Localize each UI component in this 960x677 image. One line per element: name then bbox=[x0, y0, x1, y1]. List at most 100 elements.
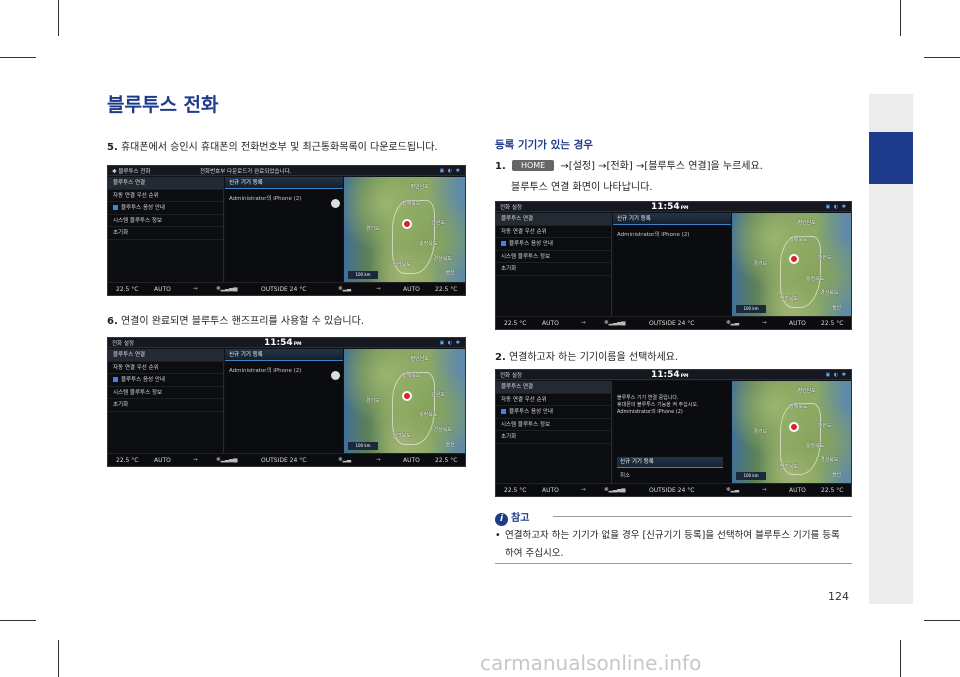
left-temp[interactable]: 22.5 °C bbox=[504, 320, 526, 327]
map-view[interactable]: 평안남도 황해북도 강원도 경기도 충청북도 경상북도 전라북도 울산 100 … bbox=[344, 177, 465, 282]
left-mode[interactable]: AUTO bbox=[542, 487, 559, 494]
right-mode[interactable]: AUTO bbox=[789, 320, 806, 327]
left-mode[interactable]: AUTO bbox=[154, 286, 171, 293]
device-item[interactable]: Administrator의 iPhone (2) bbox=[225, 361, 343, 374]
right-mode[interactable]: AUTO bbox=[403, 457, 420, 464]
map-label: 충청북도 bbox=[419, 241, 438, 247]
screen-header: ✱ 블루투스 전화 전화번호부 다운로드가 완료되었습니다. ▣ ◐ ✱ bbox=[108, 166, 465, 176]
menu-item-voice-guide[interactable]: 블루투스 음성 안내 bbox=[108, 202, 223, 215]
menu-item-voice-guide[interactable]: 블루투스 음성 안내 bbox=[496, 406, 611, 419]
left-temp[interactable]: 22.5 °C bbox=[116, 286, 138, 293]
menu-item-priority[interactable]: 자동 연결 우선 순위 bbox=[108, 362, 223, 374]
right-temp[interactable]: 22.5 °C bbox=[821, 320, 843, 327]
new-device-button[interactable]: 신규 기기 등록 bbox=[225, 177, 343, 189]
left-temp[interactable]: 22.5 °C bbox=[116, 457, 138, 464]
crop-mark bbox=[924, 57, 960, 58]
airflow-icon[interactable]: ⇝ bbox=[376, 457, 381, 463]
left-mode[interactable]: AUTO bbox=[154, 457, 171, 464]
right-mode[interactable]: AUTO bbox=[403, 286, 420, 293]
gear-icon[interactable] bbox=[331, 199, 340, 208]
note-tag: i 참고 bbox=[495, 509, 529, 526]
step-text: 휴대폰에서 승인시 휴대폰의 전화번호부 및 최근통화목록이 다운로드됩니다. bbox=[117, 142, 438, 153]
menu-item-bt-connect[interactable]: 블루투스 연결 bbox=[108, 349, 223, 362]
menu-item-system-info[interactable]: 시스템 블루투스 정보 bbox=[496, 419, 611, 431]
right-temp[interactable]: 22.5 °C bbox=[821, 487, 843, 494]
crop-mark bbox=[58, 0, 59, 36]
fan-speed-icon[interactable]: ❋▂▃▄▅ bbox=[216, 457, 238, 463]
menu-item-voice-guide[interactable]: 블루투스 음성 안내 bbox=[108, 374, 223, 387]
map-label: 황해북도 bbox=[789, 236, 808, 243]
fan-speed-icon[interactable]: ❋▂▃▄▅ bbox=[604, 320, 626, 326]
climate-bar: 22.5 °C AUTO ⇝ ❋▂▃▄▅ OUTSIDE 24 °C ❋▂▃ ⇝… bbox=[496, 316, 851, 329]
status-icons: ▣ ◐ ✱ bbox=[825, 204, 847, 210]
airflow-icon[interactable]: ⇝ bbox=[581, 487, 586, 493]
device-item[interactable]: Administrator의 iPhone (2) bbox=[225, 189, 343, 202]
menu-item-system-info[interactable]: 시스템 블루투스 정보 bbox=[108, 387, 223, 399]
climate-bar: 22.5 °C AUTO ⇝ ❋▂▃▄▅ OUTSIDE 24 °C ❋▂▃ ⇝… bbox=[496, 483, 851, 496]
header-title-text: 블루투스 전화 bbox=[118, 169, 151, 175]
map-label: 울산 bbox=[445, 270, 455, 277]
right-mode[interactable]: AUTO bbox=[789, 487, 806, 494]
device-panel: 신규 기기 등록 Administrator의 iPhone (2) bbox=[225, 177, 343, 282]
map-label: 강원도 bbox=[817, 422, 832, 429]
step-number: 5. bbox=[107, 142, 118, 153]
map-label: 전라북도 bbox=[392, 433, 411, 440]
left-mode[interactable]: AUTO bbox=[542, 320, 559, 327]
menu-item-system-info[interactable]: 시스템 블루투스 정보 bbox=[496, 251, 611, 263]
device-item[interactable]: Administrator의 iPhone (2) bbox=[613, 225, 731, 238]
step-5: 5. 휴대폰에서 승인시 휴대폰의 전화번호부 및 최근통화목록이 다운로드됩니… bbox=[107, 138, 438, 153]
step-text: →[설정] →[전화] →[블루투스 연결]을 누르세요. bbox=[560, 161, 763, 172]
map-label: 경기도 bbox=[753, 261, 768, 268]
fan-speed-icon[interactable]: ❋▂▃ bbox=[338, 457, 351, 463]
menu-item-reset[interactable]: 초기화 bbox=[108, 227, 223, 240]
message-line: Administrator의 iPhone (2) bbox=[617, 409, 683, 415]
fan-speed-icon[interactable]: ❋▂▃ bbox=[726, 320, 739, 326]
screen-header: 전화 설정 11:54PM ▣ ◐ ✱ bbox=[108, 338, 465, 348]
map-view[interactable]: 평안남도 황해북도 강원도 경기도 충청북도 경상북도 전라북도 울산 100 … bbox=[344, 349, 465, 453]
menu-item-label: 블루투스 음성 안내 bbox=[121, 205, 165, 211]
new-device-button[interactable]: 신규 기기 등록 bbox=[225, 349, 343, 361]
airflow-icon[interactable]: ⇝ bbox=[193, 457, 198, 463]
airflow-icon[interactable]: ⇝ bbox=[581, 320, 586, 326]
map-label: 평안남도 bbox=[410, 184, 429, 191]
note-text: 연결하고자 하는 기기가 없을 경우 [신규기기 등록]을 선택하여 블루투스 … bbox=[505, 530, 840, 541]
menu-item-reset[interactable]: 초기화 bbox=[496, 431, 611, 444]
airflow-icon[interactable]: ⇝ bbox=[762, 320, 767, 326]
airflow-icon[interactable]: ⇝ bbox=[193, 286, 198, 292]
menu-item-voice-guide[interactable]: 블루투스 음성 안내 bbox=[496, 238, 611, 251]
menu-item-bt-connect[interactable]: 블루투스 연결 bbox=[496, 213, 611, 226]
menu-item-bt-connect[interactable]: 블루투스 연결 bbox=[108, 177, 223, 190]
menu-item-reset[interactable]: 초기화 bbox=[496, 263, 611, 276]
right-temp[interactable]: 22.5 °C bbox=[435, 457, 457, 464]
left-temp[interactable]: 22.5 °C bbox=[504, 487, 526, 494]
menu-item-priority[interactable]: 자동 연결 우선 순위 bbox=[496, 226, 611, 238]
menu-item-system-info[interactable]: 시스템 블루투스 정보 bbox=[108, 215, 223, 227]
menu-item-label: 블루투스 음성 안내 bbox=[509, 241, 553, 247]
airflow-icon[interactable]: ⇝ bbox=[376, 286, 381, 292]
step-1: 1. HOME →[설정] →[전화] →[블루투스 연결]을 누르세요. bbox=[495, 157, 763, 172]
settings-menu: 블루투스 연결 자동 연결 우선 순위 블루투스 음성 안내 시스템 블루투스 … bbox=[108, 177, 224, 282]
map-label: 황해북도 bbox=[789, 404, 808, 411]
menu-item-bt-connect[interactable]: 블루투스 연결 bbox=[496, 381, 611, 394]
airflow-icon[interactable]: ⇝ bbox=[762, 487, 767, 493]
map-label: 평안남도 bbox=[797, 388, 816, 395]
map-label: 강원도 bbox=[431, 391, 445, 398]
climate-bar: 22.5 °C AUTO ⇝ ❋▂▃▄▅ OUTSIDE 24 °C ❋▂▃ ⇝… bbox=[108, 282, 465, 295]
fan-speed-icon[interactable]: ❋▂▃ bbox=[338, 286, 351, 292]
fan-speed-icon[interactable]: ❋▂▃▄▅ bbox=[604, 487, 626, 493]
new-device-button[interactable]: 신규 기기 등록 bbox=[617, 457, 723, 468]
fan-speed-icon[interactable]: ❋▂▃▄▅ bbox=[216, 286, 238, 292]
map-view[interactable]: 평안남도 황해북도 강원도 경기도 충청북도 경상북도 전라북도 울산 100 … bbox=[732, 381, 851, 483]
fan-speed-icon[interactable]: ❋▂▃ bbox=[726, 487, 739, 493]
menu-item-priority[interactable]: 자동 연결 우선 순위 bbox=[496, 394, 611, 406]
cancel-button[interactable]: 취소 bbox=[617, 471, 723, 482]
map-view[interactable]: 평안남도 황해북도 강원도 경기도 충청북도 경상북도 전라북도 울산 100 … bbox=[732, 213, 851, 316]
settings-menu: 블루투스 연결 자동 연결 우선 순위 블루투스 음성 안내 시스템 블루투스 … bbox=[108, 349, 224, 453]
crop-mark bbox=[0, 620, 36, 621]
page-title: 블루투스 전화 bbox=[107, 94, 219, 116]
right-temp[interactable]: 22.5 °C bbox=[435, 286, 457, 293]
menu-item-reset[interactable]: 초기화 bbox=[108, 399, 223, 412]
gear-icon[interactable] bbox=[331, 371, 340, 380]
new-device-button[interactable]: 신규 기기 등록 bbox=[613, 213, 731, 225]
menu-item-priority[interactable]: 자동 연결 우선 순위 bbox=[108, 190, 223, 202]
